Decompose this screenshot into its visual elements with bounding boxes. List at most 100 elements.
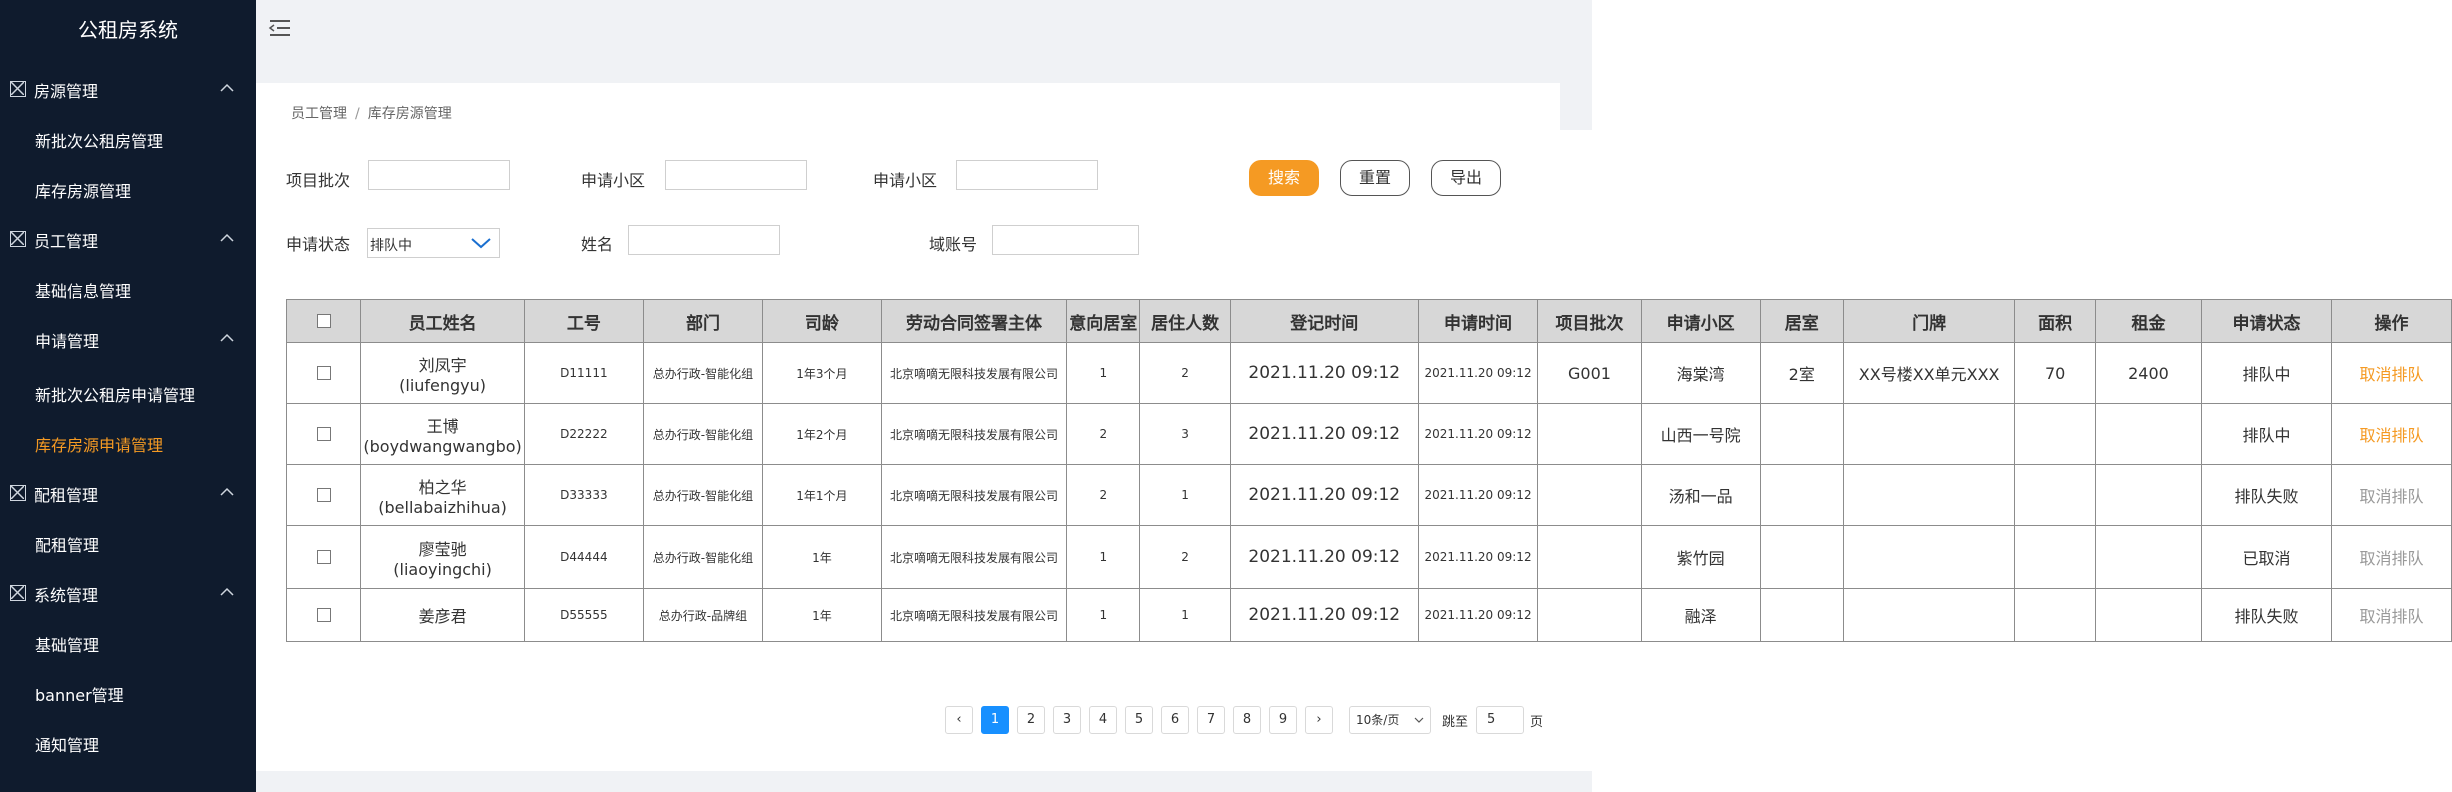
prev-page-button[interactable]: ‹: [945, 706, 973, 734]
table-row: 姜彦君 D55555 总办行政-品牌组 1年 北京嘀嘀无限科技发展有限公司 1 1 2021.…: [285, 588, 2452, 642]
column-header: 登记时间: [1229, 299, 1419, 343]
community-input[interactable]: [665, 160, 807, 190]
cancel-queue-link[interactable]: 取消排队: [2359, 365, 2423, 384]
residents-text: 3: [1181, 427, 1189, 441]
sidebar-subgroup-application[interactable]: 申请管理: [0, 319, 256, 359]
row-checkbox[interactable]: [316, 608, 331, 622]
sidebar-item-basic-info[interactable]: 基础信息管理: [35, 278, 131, 302]
column-header: 操作: [2330, 299, 2452, 343]
employer-text: 北京嘀嘀无限科技发展有限公司: [889, 550, 1058, 565]
department-text: 总办行政-品牌组: [658, 608, 748, 623]
door-number-cell: [1842, 525, 2016, 589]
sidebar-group-label: 系统管理: [34, 586, 99, 605]
status-text: 排队失败: [2234, 487, 2299, 506]
employee-name-text: 柏之华: [418, 477, 467, 497]
residents-cell: 2: [1139, 342, 1231, 404]
rent-cell: [2094, 525, 2203, 589]
employer-cell: 北京嘀嘀无限科技发展有限公司: [880, 342, 1068, 404]
status-select-value: 排队中: [370, 238, 412, 254]
name-label: 姓名: [581, 235, 614, 254]
chevron-down-icon: [1414, 717, 1424, 723]
chevron-up-icon: [220, 587, 234, 596]
register-time-text: 2021.11.20 09:12: [1248, 485, 1401, 505]
tenure-cell: 1年: [761, 525, 882, 589]
page-unit-label: 页: [1530, 715, 1544, 730]
action-cell: 取消排队: [2330, 342, 2452, 404]
page-button[interactable]: 4: [1089, 706, 1117, 734]
area-cell: [2014, 403, 2096, 465]
sidebar-group-allocation[interactable]: 配租管理: [0, 473, 256, 513]
sidebar-item-new-batch-application[interactable]: 新批次公租房申请管理: [35, 382, 195, 406]
page-button[interactable]: 5: [1125, 706, 1153, 734]
status-select[interactable]: 排队中: [367, 228, 500, 258]
page-size-select[interactable]: 10条/页: [1349, 706, 1431, 734]
row-checkbox[interactable]: [316, 427, 331, 441]
column-header: 申请时间: [1417, 299, 1539, 343]
jump-label: 跳至: [1442, 715, 1469, 730]
name-input[interactable]: [628, 225, 780, 255]
door-number-cell: [1842, 588, 2016, 642]
page-button[interactable]: 1: [981, 706, 1009, 734]
page-button[interactable]: 3: [1053, 706, 1081, 734]
cancel-queue-link[interactable]: 取消排队: [2359, 607, 2423, 626]
employee-name-text: 刘凤宇: [418, 355, 467, 375]
row-select-cell: [285, 403, 362, 465]
breadcrumb-parent[interactable]: 员工管理: [291, 106, 347, 122]
select-all-checkbox[interactable]: [316, 314, 331, 328]
row-select-cell: [285, 588, 362, 642]
sidebar-item-new-batch-housing[interactable]: 新批次公租房管理: [35, 128, 163, 152]
jump-input[interactable]: 5: [1476, 706, 1524, 734]
sidebar-item-allocation[interactable]: 配租管理: [35, 532, 99, 556]
employer-text: 北京嘀嘀无限科技发展有限公司: [889, 488, 1058, 503]
batch-cell: [1537, 588, 1642, 642]
row-checkbox[interactable]: [316, 366, 331, 380]
table-row: 刘凤宇 (liufengyu) D11111 总办行政-智能化组 1年3个月 北京嘀嘀无限…: [285, 342, 2452, 404]
intended-rooms-cell: 1: [1066, 342, 1141, 404]
register-time-text: 2021.11.20 09:12: [1248, 363, 1401, 383]
next-page-button[interactable]: ›: [1305, 706, 1333, 734]
sidebar-item-banner[interactable]: banner管理: [35, 682, 124, 706]
reset-button[interactable]: 重置: [1340, 160, 1410, 196]
row-checkbox[interactable]: [316, 488, 331, 502]
search-button[interactable]: 搜索: [1249, 160, 1319, 196]
employee-name-cell: 廖莹驰 (liaoyingchi): [360, 525, 525, 589]
broken-image-icon: [10, 485, 26, 501]
table-row: 王博 (boydwangwangbo) D22222 总办行政-智能化组 1年2个月 北京…: [285, 403, 2452, 465]
page-button[interactable]: 6: [1161, 706, 1189, 734]
batch-cell: [1537, 403, 1642, 465]
status-cell: 排队失败: [2201, 464, 2332, 526]
community-input-2[interactable]: [956, 160, 1098, 190]
action-cell: 取消排队: [2330, 403, 2452, 465]
residents-text: 2: [1181, 366, 1189, 380]
sidebar-group-label: 员工管理: [34, 232, 99, 251]
department-text: 总办行政-智能化组: [652, 427, 754, 442]
cancel-queue-link[interactable]: 取消排队: [2359, 487, 2423, 506]
department-cell: 总办行政-智能化组: [643, 525, 763, 589]
sidebar-item-inventory-housing[interactable]: 库存房源管理: [35, 178, 131, 202]
sidebar-item-notice[interactable]: 通知管理: [35, 732, 99, 756]
room-type-text: 2室: [1788, 365, 1815, 384]
row-checkbox[interactable]: [316, 550, 331, 564]
sidebar-group-system[interactable]: 系统管理: [0, 573, 256, 613]
sidebar-group-housing[interactable]: 房源管理: [0, 69, 256, 109]
cancel-queue-link[interactable]: 取消排队: [2359, 549, 2423, 568]
status-label: 申请状态: [286, 235, 351, 254]
intended-rooms-cell: 2: [1066, 403, 1141, 465]
page-button[interactable]: 7: [1197, 706, 1225, 734]
sidebar-item-basic-management[interactable]: 基础管理: [35, 632, 99, 656]
community-text: 海棠湾: [1676, 365, 1725, 384]
sidebar-item-inventory-application[interactable]: 库存房源申请管理: [35, 432, 163, 456]
cancel-queue-link[interactable]: 取消排队: [2359, 426, 2423, 445]
column-header: 部门: [643, 299, 763, 343]
sidebar-group-employee[interactable]: 员工管理: [0, 219, 256, 259]
register-time-cell: 2021.11.20 09:12: [1229, 588, 1419, 642]
menu-fold-icon[interactable]: [268, 18, 292, 38]
page-button[interactable]: 2: [1017, 706, 1045, 734]
batch-input[interactable]: [368, 160, 510, 190]
domain-account-label: 域账号: [929, 235, 978, 254]
page-button[interactable]: 8: [1233, 706, 1261, 734]
page-button[interactable]: 9: [1269, 706, 1297, 734]
department-text: 总办行政-智能化组: [652, 550, 754, 565]
domain-account-input[interactable]: [992, 225, 1139, 255]
export-button[interactable]: 导出: [1431, 160, 1501, 196]
